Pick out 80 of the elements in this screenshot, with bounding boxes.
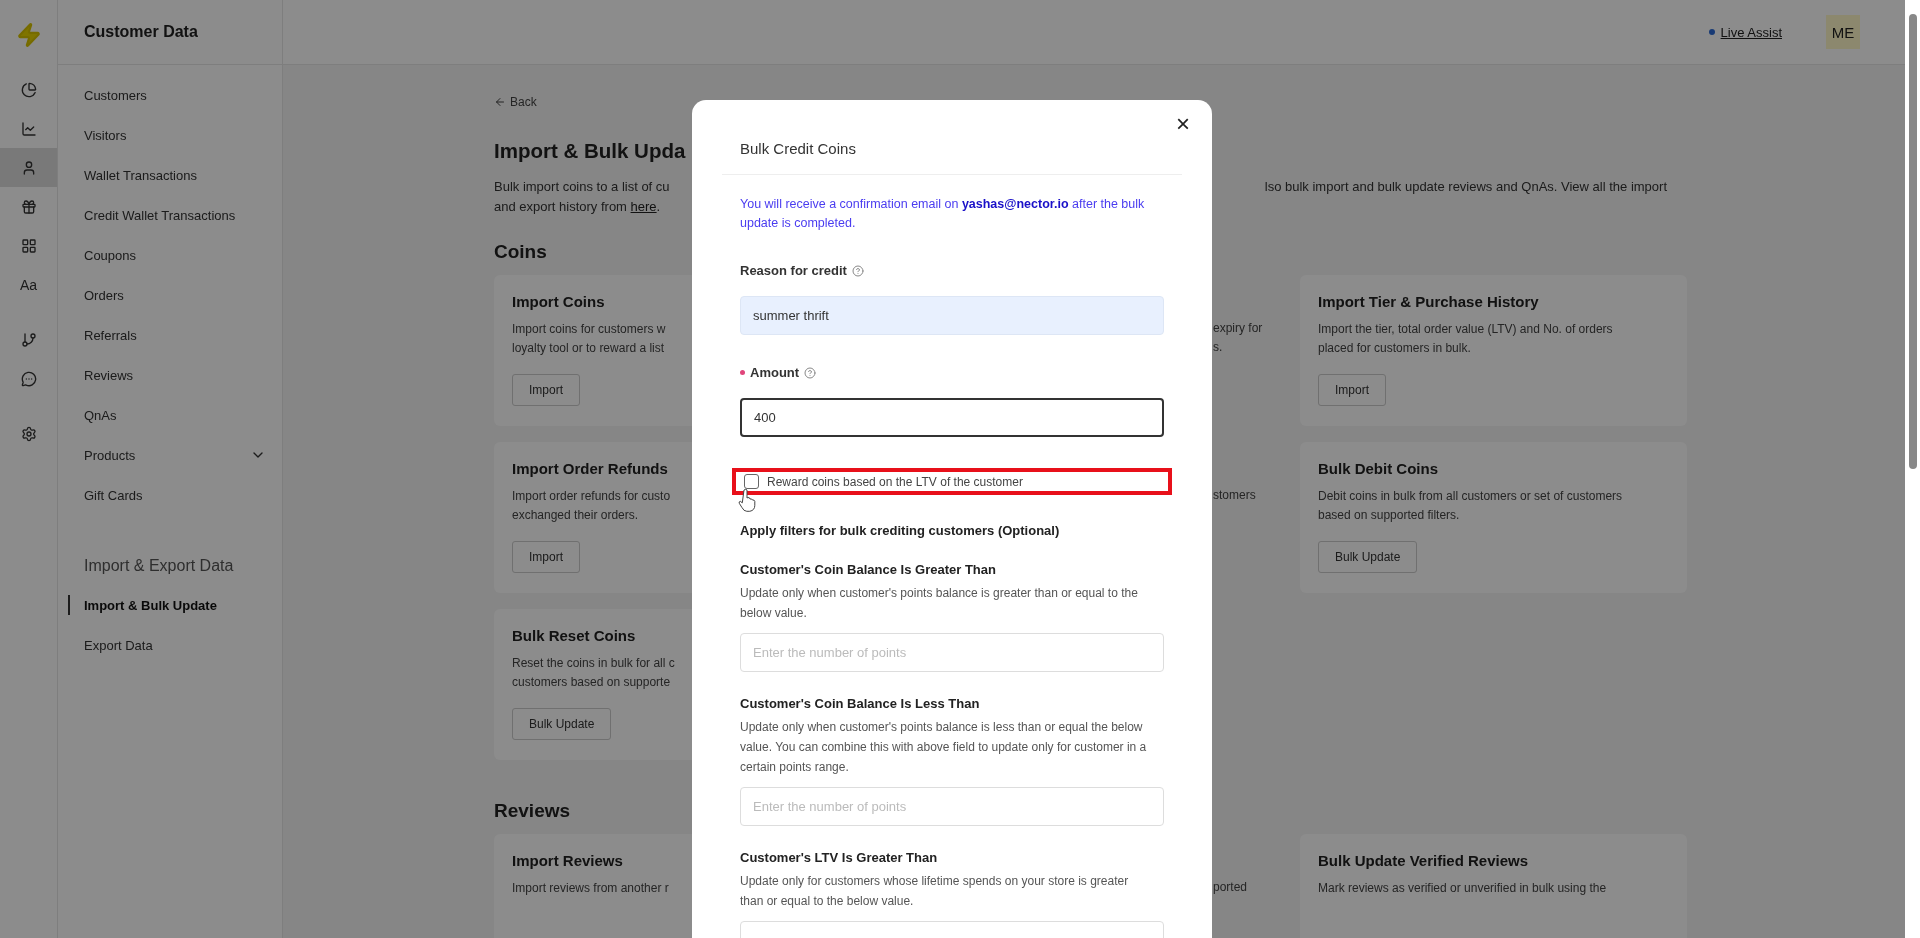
card-description: Import coins for customers w loyalty tool or to reward a list (512, 321, 666, 357)
input-field[interactable]: Enter the number of points (740, 633, 1164, 672)
card-button[interactable]: Bulk Update (512, 708, 612, 740)
pie-chart-icon (20, 81, 37, 98)
card-description: Mark reviews as verified or unverified in bulk using the (1318, 880, 1607, 897)
section-title: Reviews (494, 800, 571, 822)
sidebar-item-label: Products (84, 447, 136, 463)
card-description-fragment: s. (1213, 340, 1223, 354)
card-button[interactable]: Import (512, 374, 580, 406)
back-link[interactable]: Back (494, 95, 537, 109)
filter-title: Customer's LTV Is Greater Than (740, 850, 939, 865)
card-title: Import Order Refunds (512, 460, 668, 477)
page-description: Bulk import coins to a list of cu (494, 178, 670, 196)
sidebar-item[interactable]: Credit Wallet Transactions (58, 195, 282, 235)
sidebar-item[interactable]: Orders (58, 275, 282, 315)
page-description: lso bulk import and bulk update reviews and QnAs. View all the import (1264, 178, 1667, 196)
settings-icon (20, 425, 37, 442)
page-description: and export history from here. (494, 199, 661, 214)
card-title: Bulk Update Verified Reviews (1318, 852, 1529, 869)
card-title: Import Reviews (512, 852, 623, 869)
card-description: Import reviews from another r (512, 880, 669, 897)
fonts-nav-button[interactable]: Aa (0, 265, 57, 304)
sidebar-item[interactable]: Export Data (58, 625, 282, 665)
grid-icon (20, 237, 37, 254)
section-title: Coins (494, 241, 547, 263)
card-title: Import Tier & Purchase History (1318, 293, 1539, 310)
sidebar-item[interactable]: Coupons (58, 235, 282, 275)
filter-title: Customer's Coin Balance Is Less Than (740, 696, 981, 711)
checkbox[interactable] (744, 474, 759, 489)
input-field[interactable]: Enter the number of points (740, 787, 1164, 826)
status-dot-icon (1708, 29, 1715, 35)
sidebar-item[interactable]: Wallet Transactions (58, 155, 282, 195)
notice-text: You will receive a confirmation email on yashas@nector.io after the bulk update is completed. (740, 196, 1146, 232)
chat-icon (20, 370, 37, 387)
hand-cursor-icon (738, 488, 758, 512)
card-description: Import the tier, total order value (LTV) and No. of orders placed for customers in bulk. (1318, 321, 1613, 357)
checkbox-label: Reward coins based on the LTV of the customer (767, 474, 1023, 489)
gift-icon (20, 198, 37, 215)
field-label: Reason for credit (740, 263, 847, 278)
filters-heading: Apply filters for bulk crediting customers (Optional) (740, 523, 1061, 538)
arrow-left-icon (494, 96, 506, 108)
page-title: Import & Bulk Upda (494, 139, 686, 163)
card-title: Bulk Debit Coins (1318, 460, 1438, 477)
card-description: Reset the coins in bulk for all c customers based on supporte (512, 655, 675, 691)
filter-title: Customer's Coin Balance Is Greater Than (740, 562, 997, 577)
card-button[interactable]: Bulk Update (1318, 541, 1418, 573)
avatar[interactable]: ME (1826, 15, 1860, 49)
branch-icon (20, 331, 37, 348)
scrollbar[interactable] (1905, 0, 1920, 938)
sidebar-item[interactable]: QnAs (58, 395, 282, 435)
sidebar-item[interactable]: Customers (58, 75, 282, 115)
sidebar-section-title: Import & Export Data (83, 556, 235, 576)
input-field[interactable]: summer thrift (740, 296, 1164, 335)
card-description: Debit coins in bulk from all customers or set of customers based on supported filters. (1318, 488, 1623, 524)
live-assist-link[interactable]: Live Assist (1708, 24, 1782, 40)
history-link[interactable]: here (630, 199, 657, 214)
sidebar-item[interactable]: Visitors (58, 115, 282, 155)
card-button[interactable]: Import (1318, 374, 1386, 406)
card-button[interactable]: Import (512, 541, 580, 573)
filter-description: Update only for customers whose lifetime spends on your store is greater than or equal to the below value. (740, 873, 1130, 910)
sidebar-title: Customer Data (58, 0, 282, 65)
input-field[interactable]: 400 (740, 398, 1164, 437)
sidebar-item[interactable]: Reviews (58, 355, 282, 395)
close-button[interactable]: × (1172, 112, 1194, 136)
card-description: Import order refunds for custo exchanged their orders. (512, 488, 671, 524)
nav-button[interactable] (0, 148, 57, 187)
sidebar-item[interactable]: Gift Cards (58, 475, 282, 515)
card-description-fragment: expiry for (1213, 321, 1263, 335)
modal-title: Bulk Credit Coins (722, 140, 1182, 175)
field-label: Amount (750, 365, 800, 380)
sidebar-item[interactable]: Products (58, 435, 282, 475)
sidebar-item[interactable]: Import & Bulk Update (58, 585, 282, 625)
card-title: Bulk Reset Coins (512, 627, 636, 644)
line-chart-icon (20, 120, 37, 137)
sidebar-item[interactable]: Referrals (58, 315, 282, 355)
card-title: Import Coins (512, 293, 605, 310)
card-description-fragment: ported (1213, 880, 1248, 894)
filter-description: Update only when customer's points balance is less than or equal the below value. You can combine this with above field to update only for customer in a certain points range. (740, 719, 1148, 776)
filter-description: Update only when customer's points balance is greater than or equal to the below value. (740, 585, 1139, 622)
card-description-fragment: stomers (1213, 488, 1256, 502)
